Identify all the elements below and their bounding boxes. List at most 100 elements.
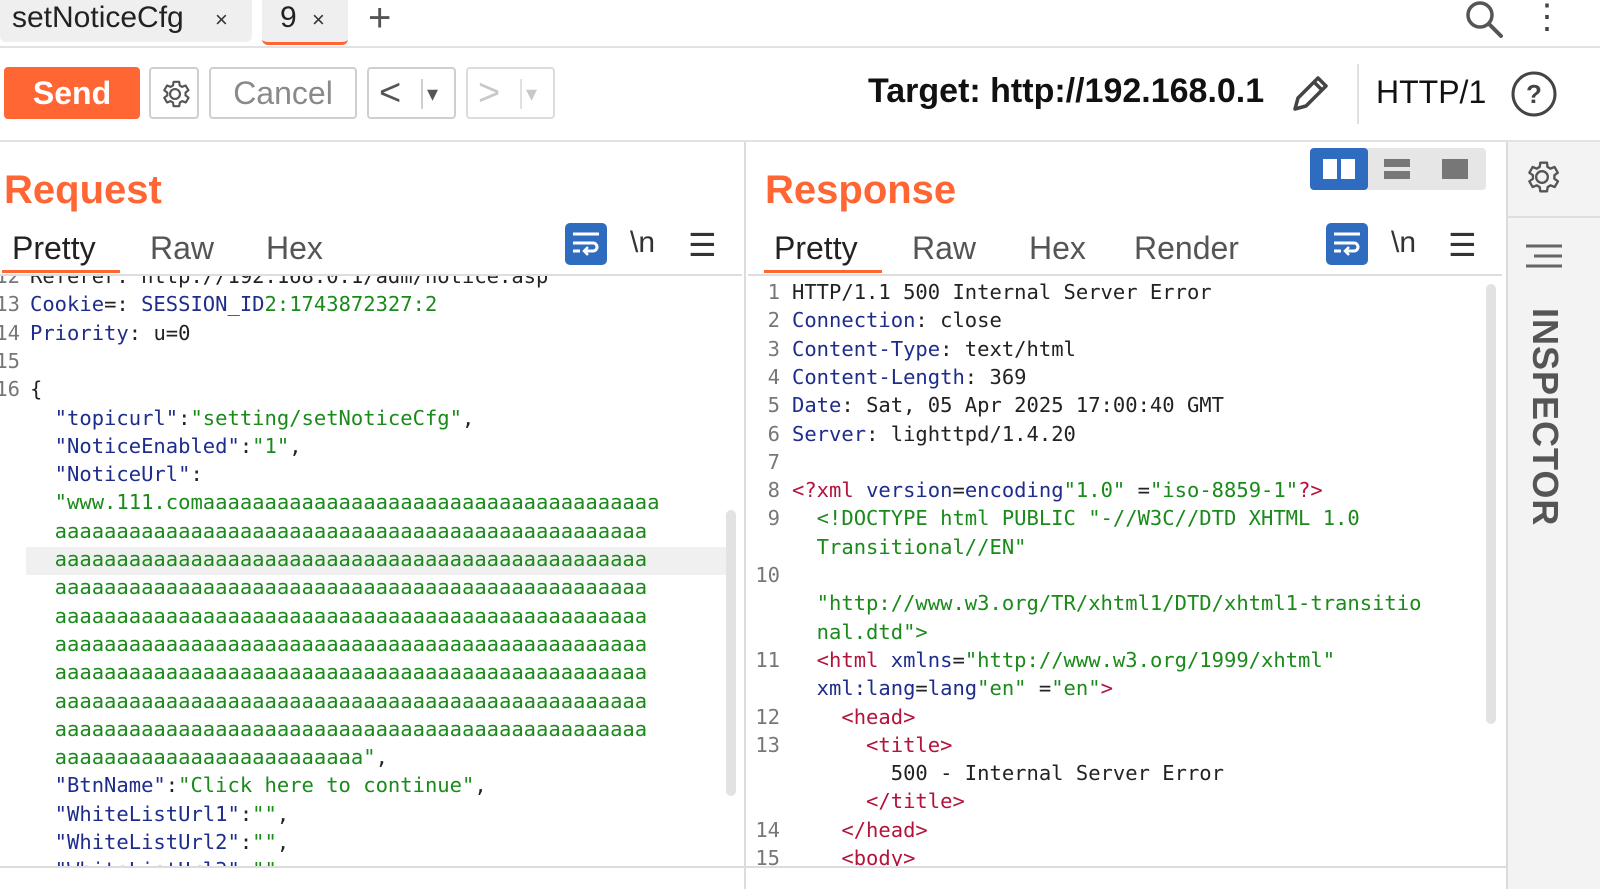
new-tab-icon[interactable]: + (368, 0, 391, 38)
menu-icon[interactable]: ☰ (1448, 226, 1477, 264)
forward-button[interactable]: > ▾ (466, 67, 555, 119)
code-token: , (276, 801, 290, 826)
code-token: aaaaaaaaaaaaaaaaaaaaaaaaa" (30, 745, 376, 770)
code-token: = (915, 676, 928, 701)
code-token: <head> (792, 704, 916, 729)
request-title: Request (4, 168, 162, 212)
code-token: "BtnName" (30, 773, 166, 798)
code-token: HTTP/1.1 500 Internal Server Error (792, 280, 1212, 304)
code-line: <body> (792, 846, 915, 868)
code-line: aaaaaaaaaaaaaaaaaaaaaaaaaaaaaaaaaaaaaaaa… (30, 632, 647, 656)
code-token: Cookie (30, 292, 105, 317)
code-line: "WhiteListUrl1":"", (30, 801, 290, 826)
chevron-down-icon[interactable]: ▾ (526, 71, 537, 117)
code-token: : (240, 858, 252, 866)
tab-hex[interactable]: Hex (266, 230, 323, 267)
http-version-selector[interactable]: HTTP/1 (1376, 74, 1486, 111)
code-token: : (940, 336, 965, 361)
code-line: aaaaaaaaaaaaaaaaaaaaaaaaaaaaaaaaaaaaaaaa… (30, 575, 647, 599)
tab-render[interactable]: Render (1134, 230, 1239, 267)
code-token: Transitional//EN" (792, 534, 1027, 559)
code-line: </title> (792, 789, 965, 813)
line-number: 15 (0, 348, 20, 373)
back-button[interactable]: < ▾ (367, 67, 456, 119)
line-number: 1 (767, 280, 780, 304)
code-token: "1.0" (1063, 478, 1126, 503)
code-token: "" (252, 858, 277, 866)
line-number: 10 (755, 563, 780, 587)
tab-pretty[interactable]: Pretty (764, 230, 882, 273)
code-line: nal.dtd"> (792, 620, 928, 644)
send-button[interactable]: Send (4, 67, 140, 119)
code-token: Referer: http://192.168.0.1/adm/notice.a… (30, 276, 549, 288)
code-token: = (104, 292, 117, 317)
request-editor[interactable]: 12 Referer: http://192.168.0.1/adm/notice… (0, 276, 726, 866)
scrollbar[interactable] (726, 510, 736, 796)
response-editor[interactable]: 1 HTTP/1.1 500 Internal Server Error 2 Conn… (746, 278, 1486, 868)
gear-icon[interactable] (1522, 157, 1562, 202)
cancel-button[interactable]: Cancel (209, 67, 357, 119)
gear-icon (163, 80, 190, 108)
code-token: <title> (792, 732, 953, 757)
code-token: 500 - Internal Server Error (792, 761, 1224, 786)
code-token: = (952, 647, 965, 672)
newline-toggle-icon[interactable]: \n (1391, 226, 1416, 260)
code-token: "WhiteListUrl2" (30, 830, 240, 854)
code-token: u=0 (153, 320, 191, 345)
tab-close-icon[interactable]: × (215, 2, 228, 38)
tab-hex[interactable]: Hex (1029, 230, 1086, 267)
code-token: encoding (964, 478, 1064, 503)
inspector-label[interactable]: INSPECTOR (1524, 308, 1566, 526)
code-line: <title> (792, 733, 952, 757)
code-line: aaaaaaaaaaaaaaaaaaaaaaaaa", (30, 745, 388, 769)
tab-close-icon[interactable]: × (312, 2, 325, 38)
tab-pretty[interactable]: Pretty (2, 230, 120, 273)
code-token: ?> (1298, 478, 1323, 503)
code-line: "www.111.comaaaaaaaaaaaaaaaaaaaaaaaaaaaa… (30, 490, 660, 514)
help-icon[interactable]: ? (1510, 70, 1558, 123)
code-line: aaaaaaaaaaaaaaaaaaaaaaaaaaaaaaaaaaaaaaaa… (30, 604, 647, 628)
code-token: , (375, 745, 388, 770)
code-line: Cookie=: SESSION_ID2:1743872327:2 (30, 292, 437, 316)
code-token: "en" (977, 676, 1027, 701)
code-line: aaaaaaaaaaaaaaaaaaaaaaaaaaaaaaaaaaaaaaaa… (30, 660, 647, 684)
collapse-lines-icon[interactable] (1526, 242, 1562, 277)
tab-raw[interactable]: Raw (150, 230, 214, 267)
scrollbar[interactable] (1486, 284, 1496, 724)
code-line: "NoticeUrl": (30, 462, 203, 486)
layout-single-button[interactable] (1426, 148, 1484, 190)
wrap-lines-icon[interactable] (565, 223, 607, 265)
layout-side-by-side-button[interactable] (1310, 148, 1368, 190)
code-token: text/html (964, 336, 1076, 361)
code-line: aaaaaaaaaaaaaaaaaaaaaaaaaaaaaaaaaaaaaaaa… (30, 717, 647, 741)
more-options-icon[interactable]: ⋮ (1530, 0, 1564, 34)
chevron-down-icon[interactable]: ▾ (427, 71, 438, 117)
code-line: Server: lighttpd/1.4.20 (792, 422, 1076, 446)
line-number: 7 (767, 449, 780, 474)
tab-raw[interactable]: Raw (912, 230, 976, 267)
code-line: HTTP/1.1 500 Internal Server Error (792, 280, 1212, 304)
tab-setnoticecfg[interactable]: setNoticeCfg × (0, 0, 252, 42)
pencil-icon[interactable] (1287, 69, 1335, 122)
tab-9[interactable]: 9 × (262, 0, 348, 45)
layout-stacked-button[interactable] (1368, 148, 1426, 190)
newline-toggle-icon[interactable]: \n (630, 226, 655, 260)
columns-icon (1323, 159, 1355, 179)
search-icon[interactable] (1464, 0, 1504, 45)
code-token: aaaaaaaaaaaaaaaaaaaaaaaaaaaaaaaaaaaaaaaa… (30, 688, 648, 713)
line-number: 13 (0, 292, 20, 317)
layout-switcher (1310, 148, 1486, 190)
response-title: Response (765, 168, 957, 212)
rows-icon (1384, 159, 1410, 179)
code-line: Priority: u=0 (30, 321, 190, 345)
code-token: : (841, 393, 867, 418)
code-token: Content-Length (792, 364, 965, 389)
settings-button[interactable] (149, 67, 199, 119)
code-token: "" (252, 801, 277, 826)
code-line: "http://www.w3.org/TR/xhtml1/DTD/xhtml1-… (792, 591, 1422, 615)
divider (1357, 64, 1359, 124)
line-number: 4 (767, 364, 780, 389)
wrap-lines-icon[interactable] (1326, 223, 1368, 265)
menu-icon[interactable]: ☰ (688, 226, 717, 264)
code-line: Content-Type: text/html (792, 337, 1076, 361)
